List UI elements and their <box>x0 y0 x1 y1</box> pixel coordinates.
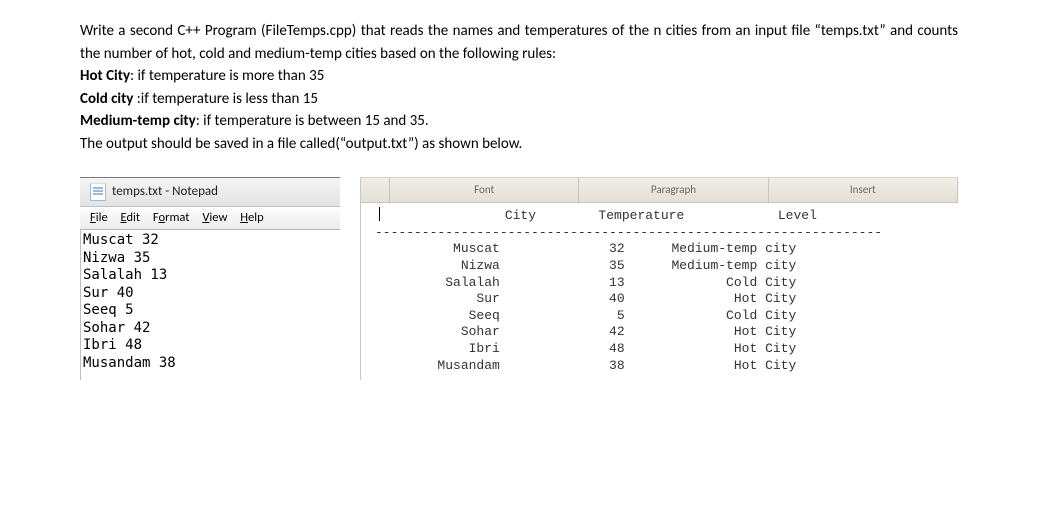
rule-cold: Cold city :if temperature is less than 1… <box>80 88 958 111</box>
cold-rule: :if temperature is less than 15 <box>137 90 318 108</box>
med-label: Medium-temp city <box>80 112 196 130</box>
hot-rule: : if temperature is more than 35 <box>130 67 324 85</box>
med-rule: : if temperature is between 15 and 35. <box>196 112 429 130</box>
notepad-icon <box>90 183 106 201</box>
output-content: City Temperature Level -----------------… <box>361 203 958 380</box>
cold-label: Cold city <box>80 90 137 108</box>
notepad-window: temps.txt - Notepad File Edit Format Vie… <box>80 177 340 380</box>
menu-view[interactable]: View <box>202 210 227 225</box>
rule-medium: Medium-temp city: if temperature is betw… <box>80 110 958 133</box>
notepad-titlebar: temps.txt - Notepad <box>80 178 340 207</box>
notepad-title-text: temps.txt - Notepad <box>112 182 218 202</box>
menu-file[interactable]: File <box>90 210 108 225</box>
hot-label: Hot City <box>80 67 130 85</box>
ribbon: Font Paragraph Insert <box>361 178 958 203</box>
output-window: Font Paragraph Insert City Temperature L… <box>360 177 958 380</box>
text-cursor <box>379 207 380 221</box>
instructions-block: Write a second C++ Program (FileTemps.cp… <box>80 20 958 155</box>
instruction-paragraph: Write a second C++ Program (FileTemps.cp… <box>80 20 958 65</box>
menu-help[interactable]: Help <box>240 210 263 225</box>
menu-format[interactable]: Format <box>153 210 190 225</box>
ribbon-group-paragraph[interactable]: Paragraph <box>579 182 767 199</box>
notepad-content[interactable]: Muscat 32 Nizwa 35 Salalah 13 Sur 40 See… <box>80 230 340 380</box>
output-instruction: The output should be saved in a file cal… <box>80 133 958 156</box>
menu-edit[interactable]: Edit <box>121 210 141 225</box>
notepad-menubar: File Edit Format View Help <box>80 207 340 231</box>
ribbon-group-insert[interactable]: Insert <box>769 182 957 199</box>
ribbon-group-font[interactable]: Font <box>390 182 578 199</box>
rule-hot: Hot City: if temperature is more than 35 <box>80 65 958 88</box>
